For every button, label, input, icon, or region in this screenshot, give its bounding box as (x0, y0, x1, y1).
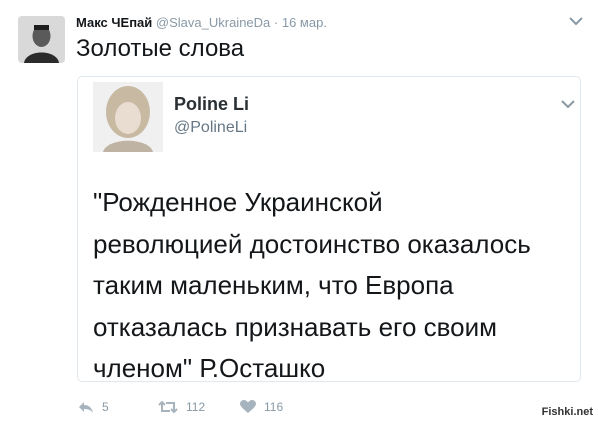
quoted-text-line: отказалась признавать его своим (93, 311, 498, 342)
quoted-text-line: таким маленьким, что Европа (93, 270, 454, 300)
like-count: 116 (264, 400, 284, 414)
like-button[interactable]: 116 (240, 396, 283, 418)
reply-count: 5 (102, 400, 109, 414)
quoted-tweet[interactable]: Poline Li @PolineLi "Рожденное Украинско… (77, 76, 581, 383)
reply-icon (79, 402, 93, 413)
quoted-author-name[interactable]: Poline Li (174, 94, 249, 115)
tweet-text: Золотые слова (76, 35, 245, 62)
author-handle[interactable]: @Slava_UkraineDa (156, 15, 270, 30)
retweet-icon (158, 400, 178, 414)
author-name[interactable]: Макс ЧЕпай (76, 15, 152, 30)
quoted-text-line: членом" Р.Осташко (93, 353, 326, 383)
chevron-down-icon[interactable] (568, 14, 584, 28)
quoted-text-line: "Рожденное Украинской (93, 187, 383, 217)
quoted-text: "Рожденное Украинской революцией достоин… (93, 182, 573, 390)
quoted-text-line: революцией достоинство оказалось (93, 228, 531, 259)
tweet-date[interactable]: 16 мар. (282, 15, 327, 30)
watermark: Fishki.net (541, 406, 593, 418)
heart-icon (240, 400, 256, 413)
retweet-button[interactable]: 112 (158, 396, 205, 418)
quoted-author-handle[interactable]: @PolineLi (174, 119, 247, 137)
chevron-down-icon[interactable] (560, 97, 576, 111)
retweet-count: 112 (186, 400, 206, 414)
header-separator: · (273, 15, 279, 30)
tweet-header: Макс ЧЕпай @Slava_UkraineDa · 16 мар. (76, 15, 327, 30)
author-avatar[interactable] (18, 16, 65, 63)
reply-button[interactable]: 5 (78, 396, 109, 418)
quoted-author-avatar[interactable] (93, 82, 163, 152)
tweet: Макс ЧЕпай @Slava_UkraineDa · 16 мар. Зо… (0, 0, 598, 422)
